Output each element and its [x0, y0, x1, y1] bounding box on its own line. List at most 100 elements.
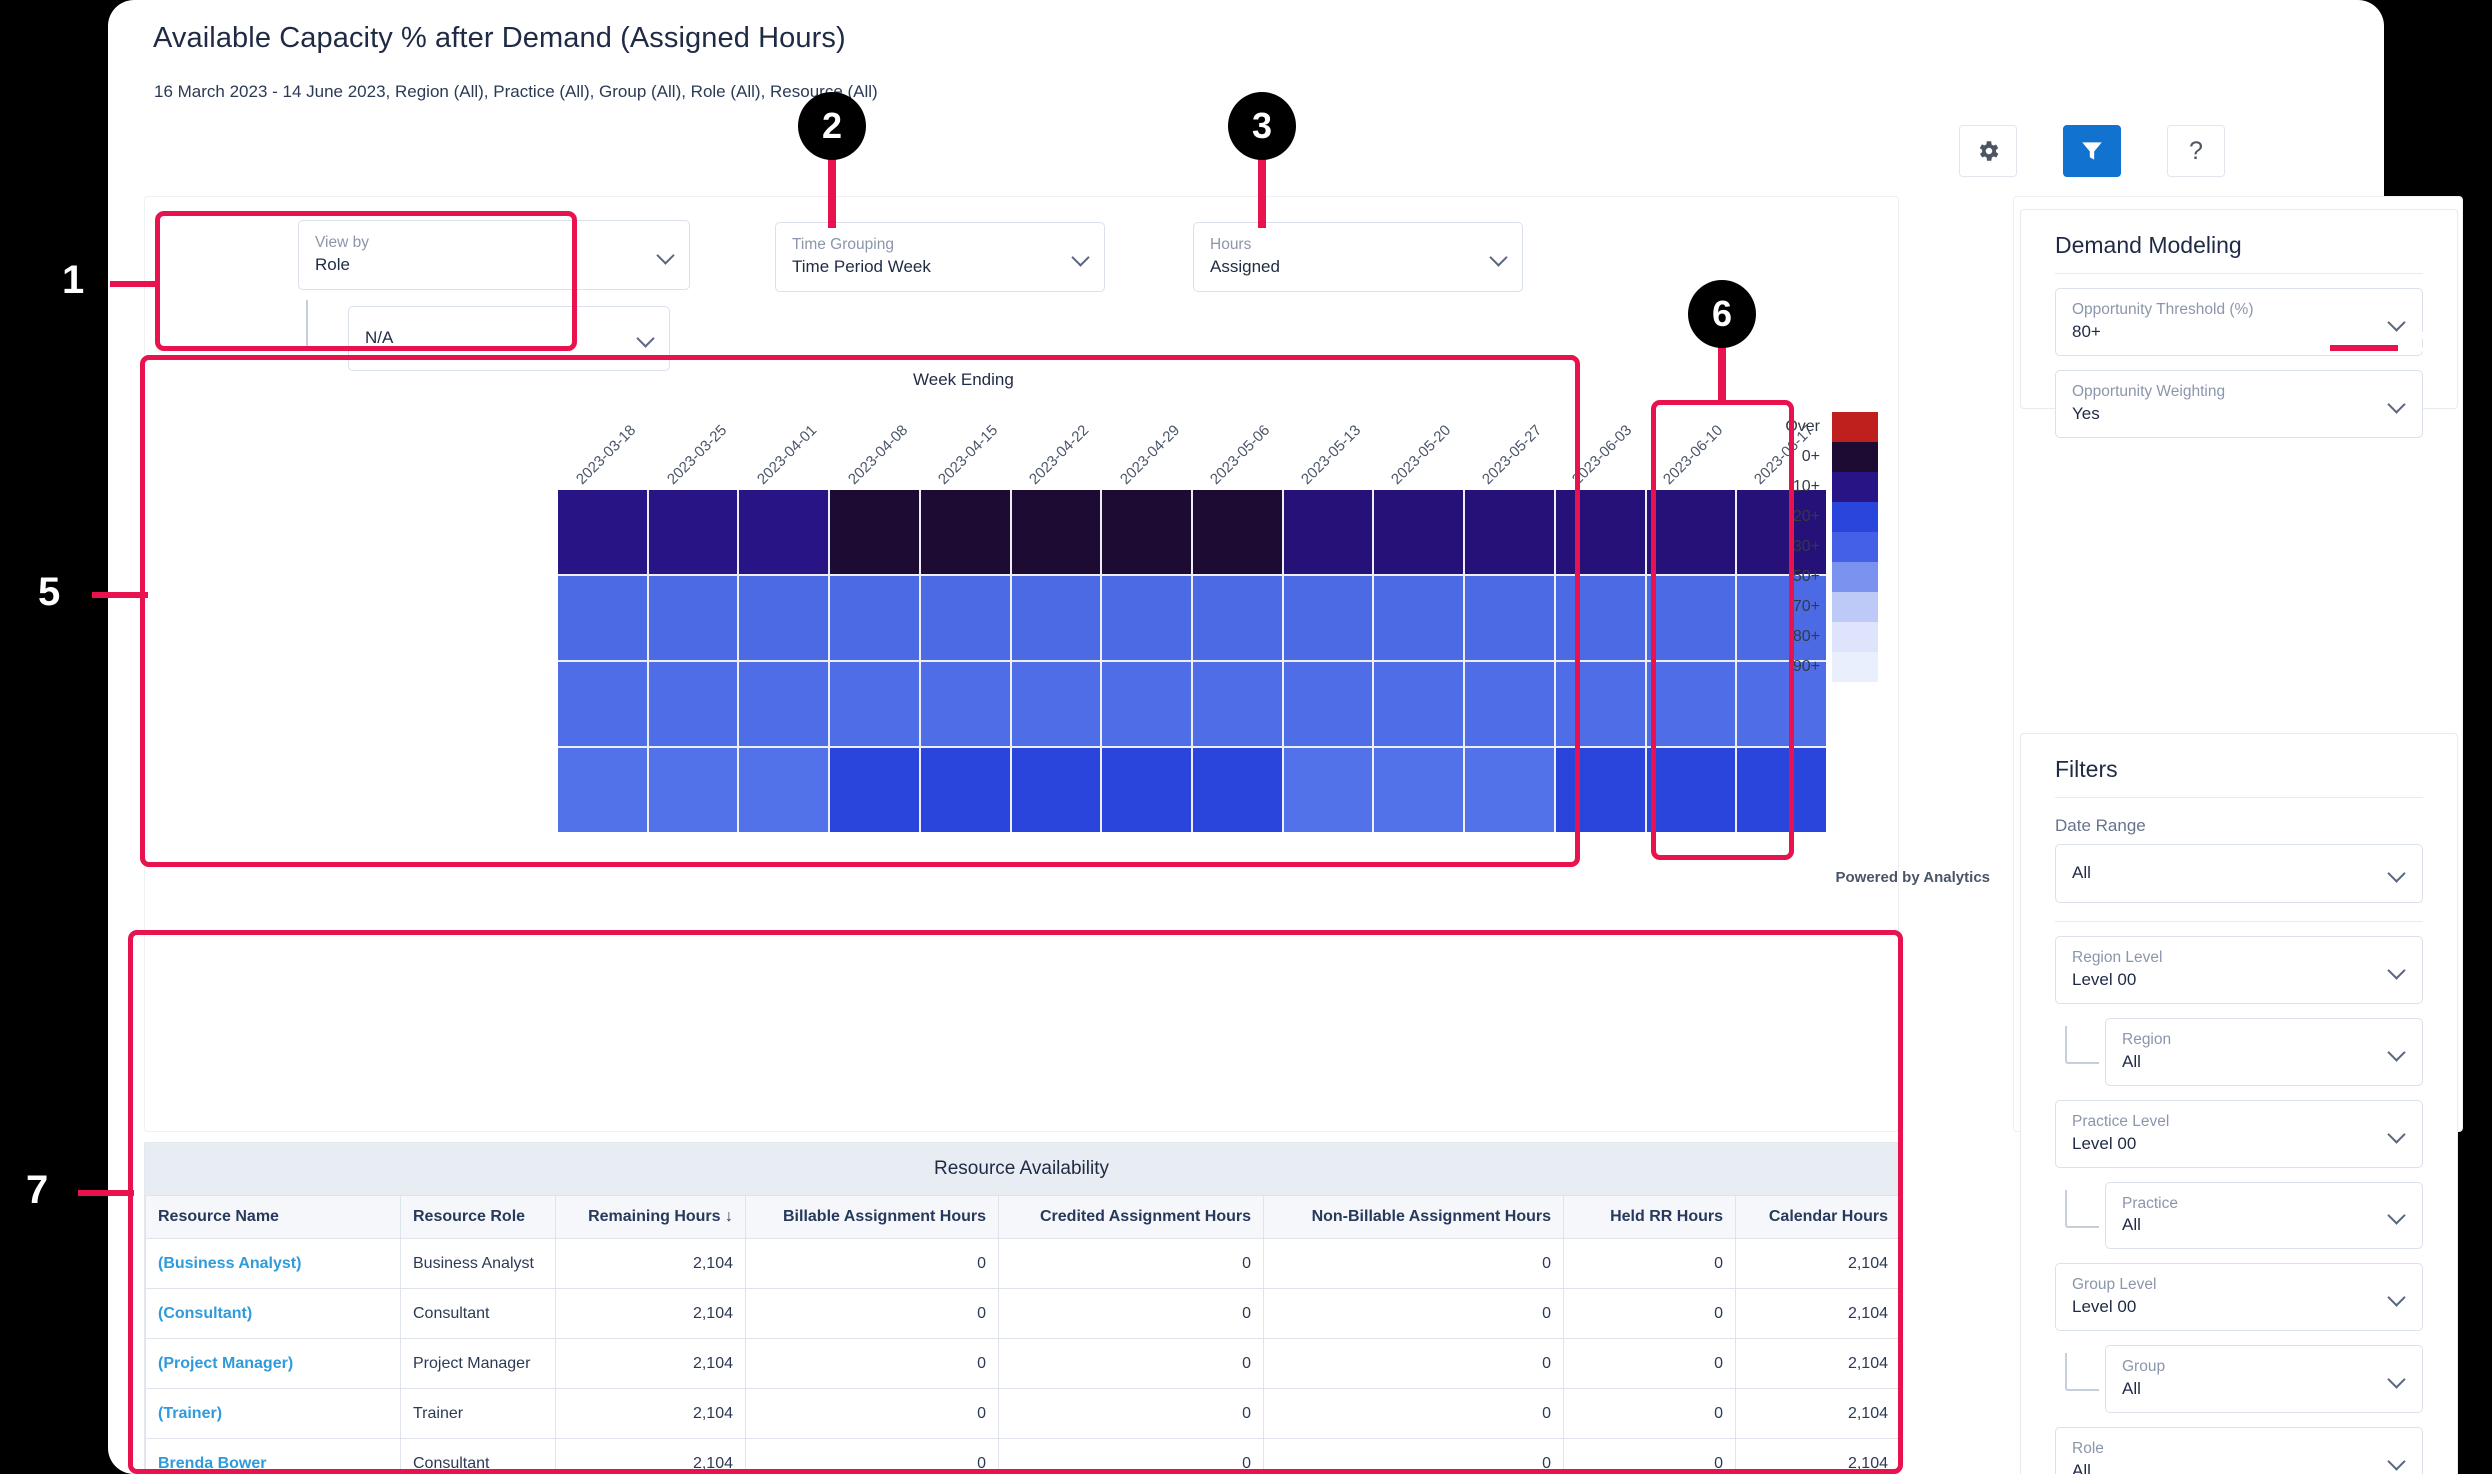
heatmap-cell[interactable]: [739, 662, 829, 746]
heatmap-grid[interactable]: [558, 490, 1826, 832]
heatmap-cell[interactable]: [1283, 490, 1373, 574]
heatmap-cell[interactable]: [1555, 490, 1645, 574]
table-column-header[interactable]: Non-Billable Assignment Hours: [1263, 1195, 1564, 1239]
opportunity-weighting-select[interactable]: Opportunity Weighting Yes: [2055, 369, 2423, 438]
heatmap-cell[interactable]: [920, 576, 1010, 660]
resource-name-link[interactable]: (Business Analyst): [145, 1238, 401, 1289]
table-column-header[interactable]: Credited Assignment Hours: [998, 1195, 1264, 1239]
help-button[interactable]: ?: [2167, 125, 2225, 177]
heatmap-cell[interactable]: [1374, 662, 1464, 746]
chevron-down-icon: [1072, 248, 1090, 266]
view-by-select[interactable]: View by Role: [298, 220, 690, 290]
heatmap-cell[interactable]: [1102, 490, 1191, 574]
legend-entry[interactable]: 50+: [1774, 562, 1890, 592]
hours-select[interactable]: Hours Assigned: [1193, 222, 1523, 292]
heatmap-cell[interactable]: [1102, 662, 1191, 746]
heatmap-cell[interactable]: [558, 576, 647, 660]
heatmap-cell[interactable]: [1283, 748, 1373, 832]
region-select[interactable]: Region All: [2105, 1017, 2423, 1086]
table-column-header[interactable]: Resource Name: [145, 1195, 401, 1239]
group-level-select[interactable]: Group Level Level 00: [2055, 1263, 2423, 1332]
heatmap-cell[interactable]: [739, 490, 829, 574]
heatmap-cell[interactable]: [1283, 662, 1373, 746]
legend-entry[interactable]: 20+: [1774, 502, 1890, 532]
heatmap-cell[interactable]: [1465, 748, 1554, 832]
heatmap-cell[interactable]: [920, 748, 1010, 832]
legend-entry[interactable]: Over: [1774, 412, 1890, 442]
legend-entry[interactable]: 30+: [1774, 532, 1890, 562]
legend-entry[interactable]: 70+: [1774, 592, 1890, 622]
practice-select[interactable]: Practice All: [2105, 1181, 2423, 1250]
filter-button[interactable]: [2063, 125, 2121, 177]
heatmap-cell[interactable]: [1465, 576, 1554, 660]
opportunity-threshold-select[interactable]: Opportunity Threshold (%) 80+: [2055, 288, 2423, 356]
resource-name-link[interactable]: Brenda Bower: [145, 1438, 401, 1473]
heatmap-x-label: 2023-05-13: [1297, 421, 1364, 488]
resource-name-link[interactable]: (Consultant): [145, 1288, 401, 1339]
heatmap-cell[interactable]: [1737, 748, 1826, 832]
chevron-down-icon: [2388, 1206, 2406, 1224]
heatmap-cell[interactable]: [920, 662, 1010, 746]
region-level-select[interactable]: Region Level Level 00: [2055, 935, 2423, 1004]
legend-entry[interactable]: 0+: [1774, 442, 1890, 472]
heatmap-cell[interactable]: [830, 748, 919, 832]
heatmap-cell[interactable]: [1646, 576, 1736, 660]
heatmap-cell[interactable]: [558, 490, 647, 574]
table-cell-numeric: 0: [745, 1438, 999, 1473]
heatmap-cell[interactable]: [1555, 748, 1645, 832]
legend-entry[interactable]: 10+: [1774, 472, 1890, 502]
table-column-header[interactable]: Held RR Hours: [1563, 1195, 1736, 1239]
heatmap-cell[interactable]: [648, 576, 738, 660]
practice-level-select[interactable]: Practice Level Level 00: [2055, 1099, 2423, 1168]
date-range-select[interactable]: All: [2055, 844, 2423, 903]
table-column-header[interactable]: Calendar Hours: [1735, 1195, 1898, 1239]
heatmap-cell[interactable]: [1555, 662, 1645, 746]
practice-level-value: Level 00: [2072, 1133, 2137, 1153]
table-column-header[interactable]: Resource Role: [400, 1195, 556, 1239]
heatmap-cell[interactable]: [558, 662, 647, 746]
resource-name-link[interactable]: (Project Manager): [145, 1338, 401, 1389]
table-column-header[interactable]: Billable Assignment Hours: [745, 1195, 999, 1239]
heatmap-cell[interactable]: [1102, 748, 1191, 832]
heatmap-cell[interactable]: [830, 576, 919, 660]
settings-button[interactable]: [1959, 125, 2017, 177]
heatmap-cell[interactable]: [1646, 748, 1736, 832]
heatmap-cell[interactable]: [1465, 490, 1554, 574]
heatmap-x-label: 2023-04-22: [1025, 421, 1093, 488]
heatmap-cell[interactable]: [1555, 576, 1645, 660]
legend-entry[interactable]: 80+: [1774, 622, 1890, 652]
legend-entry[interactable]: 90+: [1774, 652, 1890, 682]
heatmap-cell[interactable]: [648, 490, 738, 574]
heatmap-cell[interactable]: [1646, 662, 1736, 746]
heatmap-cell[interactable]: [830, 662, 919, 746]
heatmap-cell[interactable]: [1193, 748, 1282, 832]
heatmap-cell[interactable]: [1011, 576, 1101, 660]
role-select[interactable]: Role All: [2055, 1427, 2423, 1474]
heatmap-cell[interactable]: [1374, 490, 1464, 574]
heatmap-cell[interactable]: [1283, 576, 1373, 660]
heatmap-cell[interactable]: [1374, 576, 1464, 660]
heatmap-cell[interactable]: [1193, 662, 1282, 746]
tree-elbow: [2065, 1025, 2099, 1064]
time-grouping-select[interactable]: Time Grouping Time Period Week: [775, 222, 1105, 292]
opportunity-threshold-label: Opportunity Threshold (%): [2072, 301, 2254, 318]
heatmap-cell[interactable]: [1193, 576, 1282, 660]
heatmap-cell[interactable]: [1011, 748, 1101, 832]
heatmap-cell[interactable]: [1193, 490, 1282, 574]
heatmap-cell[interactable]: [1646, 490, 1736, 574]
group-select[interactable]: Group All: [2105, 1345, 2423, 1414]
heatmap-cell[interactable]: [1011, 662, 1101, 746]
heatmap-cell[interactable]: [739, 748, 829, 832]
heatmap-cell[interactable]: [739, 576, 829, 660]
heatmap-cell[interactable]: [920, 490, 1010, 574]
heatmap-cell[interactable]: [1102, 576, 1191, 660]
heatmap-cell[interactable]: [1374, 748, 1464, 832]
heatmap-cell[interactable]: [1465, 662, 1554, 746]
heatmap-cell[interactable]: [648, 748, 738, 832]
heatmap-cell[interactable]: [648, 662, 738, 746]
table-column-header[interactable]: Remaining Hours ↓: [555, 1195, 746, 1239]
heatmap-cell[interactable]: [830, 490, 919, 574]
heatmap-cell[interactable]: [1011, 490, 1101, 574]
resource-name-link[interactable]: (Trainer): [145, 1388, 401, 1439]
heatmap-cell[interactable]: [558, 748, 647, 832]
